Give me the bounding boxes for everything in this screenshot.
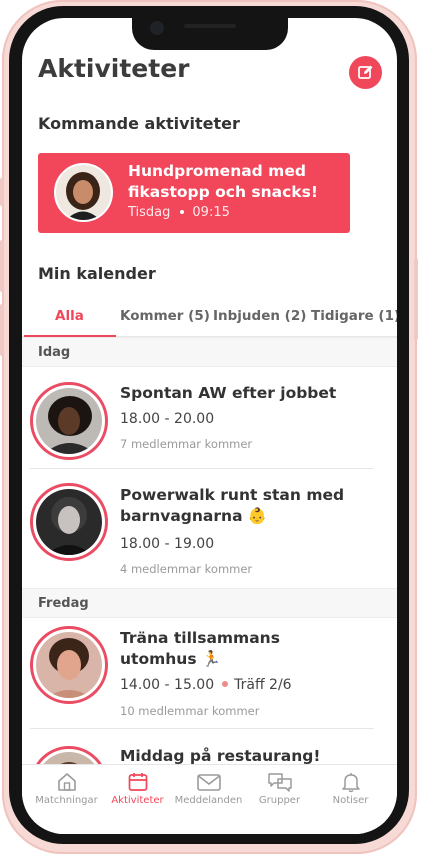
separator-dot — [180, 210, 185, 214]
event-item[interactable]: Träna tillsammans utomhus 🏃 14.00 - 15.0… — [22, 618, 397, 742]
separator-dot — [222, 681, 229, 687]
bottom-tab-bar: Matchningar Aktiviteter Meddelanden Grup… — [22, 764, 397, 834]
upcoming-activity-meta: Tisdag 09:15 — [128, 205, 230, 220]
avatar — [54, 163, 113, 222]
tab-past[interactable]: Tidigare (1) — [311, 308, 397, 324]
tabbar-label: Grupper — [258, 795, 301, 806]
new-activity-button[interactable] — [349, 56, 382, 89]
event-members: 10 medlemmar kommer — [120, 704, 260, 718]
upcoming-activity-time: 09:15 — [192, 205, 230, 220]
tab-coming[interactable]: Kommer (5) — [120, 308, 210, 324]
tabbar-label: Aktiviteter — [111, 795, 164, 806]
event-session: Träff 2/6 — [234, 677, 292, 693]
calendar-section-title: Min kalender — [38, 264, 156, 283]
avatar — [30, 483, 108, 561]
camera-icon — [150, 21, 164, 35]
phone-side-button — [0, 240, 4, 292]
edit-icon — [358, 65, 373, 79]
tabbar-label: Notiser — [332, 795, 369, 806]
event-title: Powerwalk runt stan med barnvagnarna 👶 — [120, 486, 345, 525]
speaker — [184, 24, 236, 28]
tabbar-item-activities[interactable]: Aktiviteter — [100, 771, 175, 806]
phone-side-button — [414, 258, 418, 340]
event-time: 18.00 - 20.00 — [120, 411, 215, 427]
phone-side-button — [0, 178, 4, 206]
tabbar-item-notifications[interactable]: Notiser — [313, 771, 388, 806]
tabbar-label: Meddelanden — [174, 795, 243, 806]
bell-icon — [341, 773, 360, 793]
event-members: 4 medlemmar kommer — [120, 562, 253, 576]
divider — [30, 728, 374, 729]
event-title: Träna tillsammans utomhus 🏃 — [120, 629, 280, 668]
divider — [30, 468, 374, 469]
tab-all[interactable]: Alla — [55, 308, 84, 324]
event-time: 18.00 - 19.00 — [120, 536, 215, 552]
calendar-icon — [128, 773, 147, 791]
tab-invited[interactable]: Inbjuden (2) — [213, 308, 306, 324]
event-item[interactable]: Powerwalk runt stan med barnvagnarna 👶 1… — [22, 471, 397, 589]
envelope-icon — [196, 774, 221, 791]
app-screen: Aktiviteter Kommande aktiviteter Hundpro… — [22, 18, 397, 834]
page-title: Aktiviteter — [38, 54, 190, 83]
event-members: 7 medlemmar kommer — [120, 437, 253, 451]
avatar — [30, 382, 108, 460]
day-header-friday: Fredag — [22, 588, 397, 618]
tabbar-item-groups[interactable]: Grupper — [242, 771, 317, 806]
tabbar-item-messages[interactable]: Meddelanden — [171, 771, 246, 806]
calendar-tabs: Alla Kommer (5) Inbjuden (2) Tidigare (1… — [22, 304, 397, 337]
avatar — [30, 626, 108, 704]
upcoming-activity-day: Tisdag — [128, 205, 171, 220]
event-title: Spontan AW efter jobbet — [120, 384, 337, 402]
chat-bubbles-icon — [267, 773, 292, 792]
phone-side-button — [0, 304, 4, 356]
event-time-row: 14.00 - 15.00 Träff 2/6 — [120, 677, 292, 693]
upcoming-section-title: Kommande aktiviteter — [38, 114, 240, 133]
day-header-today: Idag — [22, 337, 397, 367]
event-time: 14.00 - 15.00 — [120, 677, 215, 693]
tabbar-label: Matchningar — [35, 795, 98, 806]
upcoming-activity-title: Hundpromenad med fikastopp och snacks! — [128, 162, 318, 201]
home-icon — [57, 773, 76, 791]
tabbar-item-matches[interactable]: Matchningar — [29, 771, 104, 806]
upcoming-activity-card[interactable]: Hundpromenad med fikastopp och snacks! T… — [38, 153, 350, 233]
notch — [132, 18, 288, 50]
